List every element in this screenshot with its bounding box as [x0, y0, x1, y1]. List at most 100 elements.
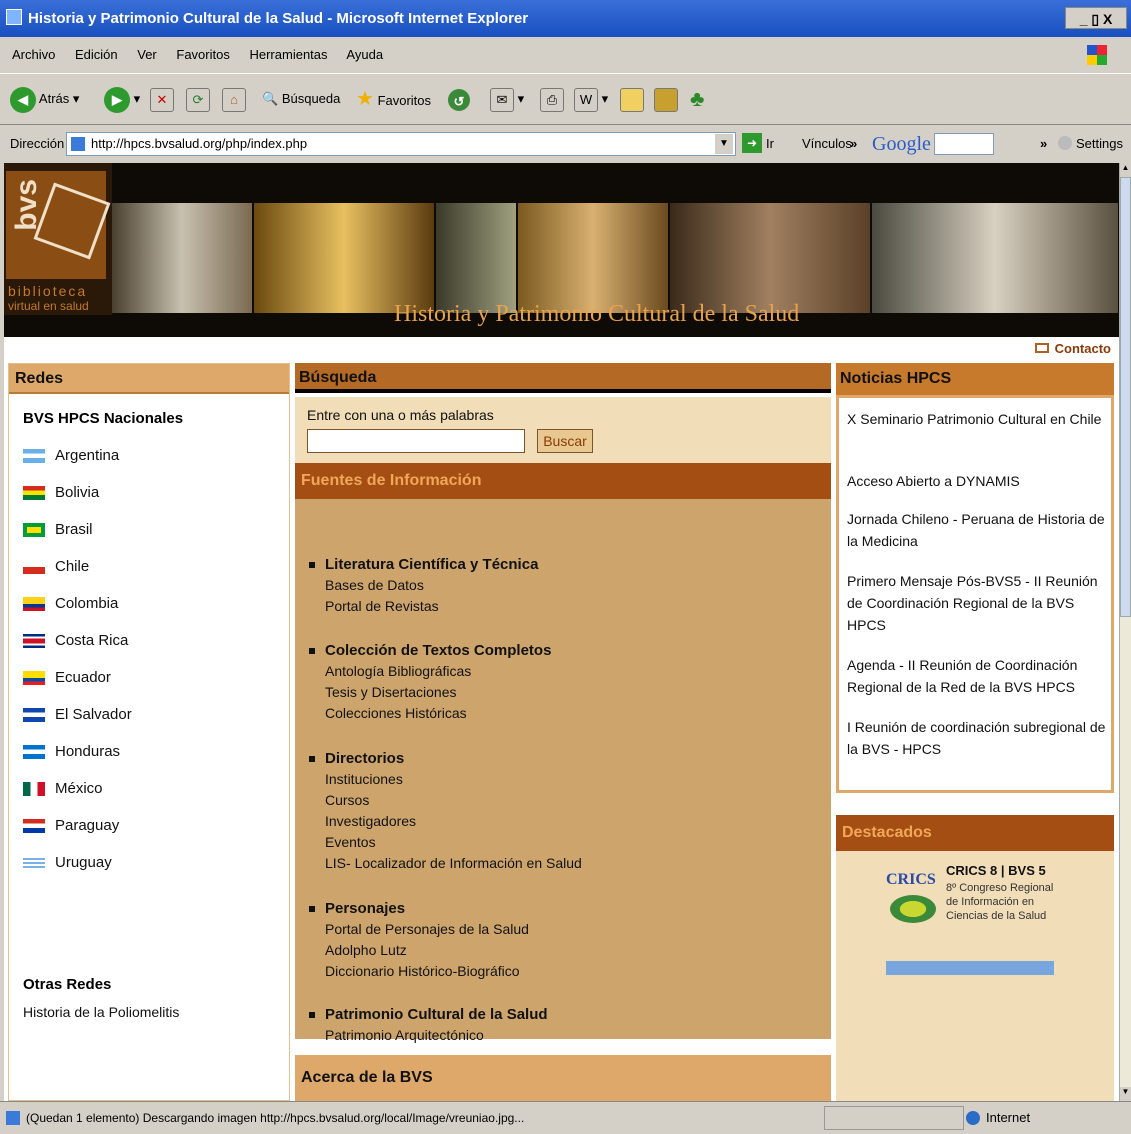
address-input[interactable]: http://hpcs.bvsalud.org/php/index.php ▼ — [66, 132, 736, 156]
google-logo[interactable]: Google — [872, 125, 931, 163]
country-ecuador[interactable]: Ecuador — [23, 666, 111, 690]
search-label: Búsqueda — [281, 91, 341, 106]
crics-subtitle: 8º Congreso Regional de Información en C… — [946, 882, 1054, 922]
country-paraguay[interactable]: Paraguay — [23, 814, 119, 838]
source-link[interactable]: Portal de Personajes de la Salud — [309, 919, 529, 940]
source-link[interactable]: LIS- Localizador de Información en Salud — [309, 853, 582, 874]
section-title[interactable]: Directorios — [309, 749, 582, 769]
news-item[interactable]: Agenda - II Reunión de Coordinación Regi… — [847, 654, 1107, 698]
chevron-down-icon[interactable]: ▼ — [715, 134, 733, 154]
messenger-icon[interactable]: ♣ — [690, 86, 704, 111]
source-link[interactable]: Colecciones Históricas — [309, 703, 551, 724]
country-costa-rica[interactable]: Costa Rica — [23, 629, 128, 653]
source-link[interactable]: Instituciones — [309, 769, 582, 790]
menu-favoritos[interactable]: Favoritos — [176, 47, 229, 62]
banner-photo-hands — [872, 203, 1118, 313]
section-title[interactable]: Literatura Científica y Técnica — [309, 555, 538, 575]
country-bolivia[interactable]: Bolivia — [23, 481, 99, 505]
source-link[interactable]: Investigadores — [309, 811, 582, 832]
country-argentina[interactable]: Argentina — [23, 444, 119, 468]
section-title[interactable]: Colección de Textos Completos — [309, 641, 551, 661]
links-label[interactable]: Vínculos — [802, 125, 852, 163]
search-label: Entre con una o más palabras — [307, 407, 494, 423]
contact-link[interactable]: Contacto — [1034, 341, 1111, 356]
country-mexico[interactable]: México — [23, 777, 103, 801]
source-link[interactable]: Adolpho Lutz — [309, 940, 529, 961]
print-icon[interactable]: ⎙ — [540, 87, 564, 112]
about-heading: Acerca de la BVS — [295, 1055, 831, 1101]
menu-edicion[interactable]: Edición — [75, 47, 118, 62]
go-label[interactable]: Ir — [766, 125, 774, 163]
menu-archivo[interactable]: Archivo — [12, 47, 55, 62]
stop-icon[interactable]: ✕ — [150, 87, 174, 112]
research-icon[interactable] — [654, 87, 678, 112]
section-title[interactable]: Personajes — [309, 899, 529, 919]
page-viewport: bvs biblioteca virtual en salud Historia… — [4, 163, 1119, 1101]
source-link[interactable]: Diccionario Histórico-Biográfico — [309, 961, 529, 982]
google-search-input[interactable] — [934, 133, 994, 155]
country-brasil[interactable]: Brasil — [23, 518, 93, 542]
bullet-icon — [309, 648, 315, 655]
source-link[interactable]: Cursos — [309, 790, 582, 811]
country-honduras[interactable]: Honduras — [23, 740, 120, 764]
ie-icon — [6, 9, 22, 25]
section-title[interactable]: Patrimonio Cultural de la Salud — [309, 1005, 548, 1025]
source-link[interactable]: Portal de Revistas — [309, 596, 538, 617]
windows-logo-icon — [1087, 45, 1107, 65]
country-colombia[interactable]: Colombia — [23, 592, 118, 616]
scroll-down-icon[interactable]: ▼ — [1120, 1087, 1131, 1101]
source-link[interactable]: Tesis y Disertaciones — [309, 682, 551, 703]
banner-photo-statue — [436, 203, 516, 313]
source-link[interactable]: Antología Bibliográficas — [309, 661, 551, 682]
forward-button[interactable]: ▶ ▾ — [104, 84, 140, 114]
contact-row: Contacto — [4, 337, 1119, 363]
chile-flag-icon — [23, 560, 45, 575]
bullet-icon — [309, 756, 315, 763]
source-link[interactable]: Patrimonio Arquitectónico — [309, 1025, 548, 1046]
country-el-salvador[interactable]: El Salvador — [23, 703, 132, 727]
news-item[interactable]: X Seminario Patrimonio Cultural en Chile — [847, 408, 1107, 430]
source-link[interactable]: Eventos — [309, 832, 582, 853]
country-chile[interactable]: Chile — [23, 555, 89, 579]
go-arrow-icon[interactable]: ➜ — [742, 133, 762, 153]
favorites-star-icon: ★ — [356, 88, 374, 110]
news-heading: Noticias HPCS — [836, 363, 1114, 395]
featured-box: CRICS CRICS 8 | BVS 5 8º Congreso Region… — [836, 851, 1114, 1101]
country-uruguay[interactable]: Uruguay — [23, 851, 112, 875]
news-item[interactable]: Jornada Chileno - Peruana de Historia de… — [847, 508, 1107, 552]
search-submit-button[interactable]: Buscar — [537, 429, 593, 453]
search-button[interactable]: 🔍 Búsqueda — [262, 84, 340, 114]
source-link[interactable]: Bases de Datos — [309, 575, 538, 596]
bvs-logo-shape — [33, 182, 111, 260]
polio-history-link[interactable]: Historia de la Poliomelitis — [23, 1004, 179, 1020]
settings-label[interactable]: Settings — [1076, 125, 1123, 163]
news-item[interactable]: Primero Mensaje Pós-BVS5 - II Reunión de… — [847, 570, 1107, 636]
history-icon[interactable]: ↺ — [448, 88, 470, 111]
back-button[interactable]: ◀ Atrás ▾ — [10, 84, 79, 114]
site-search-input[interactable] — [307, 429, 525, 453]
menu-ver[interactable]: Ver — [137, 47, 157, 62]
status-bar: (Quedan 1 elemento) Descargando imagen h… — [0, 1101, 1131, 1133]
bullet-icon — [309, 1012, 315, 1019]
page-icon[interactable] — [620, 87, 644, 112]
menu-ayuda[interactable]: Ayuda — [346, 47, 383, 62]
edit-icon[interactable]: W — [574, 87, 598, 112]
refresh-icon[interactable]: ⟳ — [186, 87, 210, 112]
news-item[interactable]: Acceso Abierto a DYNAMIS — [847, 470, 1107, 492]
favorites-button[interactable]: ★ Favoritos — [356, 84, 431, 114]
home-icon[interactable]: ⌂ — [222, 87, 246, 112]
sources-list: Literatura Científica y Técnica Bases de… — [295, 499, 831, 1043]
featured-image-strip[interactable] — [886, 961, 1054, 975]
search-icon: 🔍 — [262, 91, 279, 106]
scroll-thumb[interactable] — [1120, 177, 1131, 617]
scroll-up-icon[interactable]: ▲ — [1120, 163, 1131, 177]
banner-photo-book — [670, 203, 870, 313]
window-controls[interactable]: _ ▯ X — [1065, 7, 1127, 29]
bvs-logo[interactable]: bvs biblioteca virtual en salud — [4, 163, 112, 315]
mail-icon[interactable]: ✉ — [490, 87, 514, 112]
colombia-flag-icon — [23, 597, 45, 612]
vertical-scrollbar[interactable]: ▲ ▼ — [1119, 163, 1131, 1101]
back-icon: ◀ — [10, 86, 36, 113]
menu-herramientas[interactable]: Herramientas — [249, 47, 327, 62]
news-item[interactable]: I Reunión de coordinación subregional de… — [847, 716, 1107, 760]
